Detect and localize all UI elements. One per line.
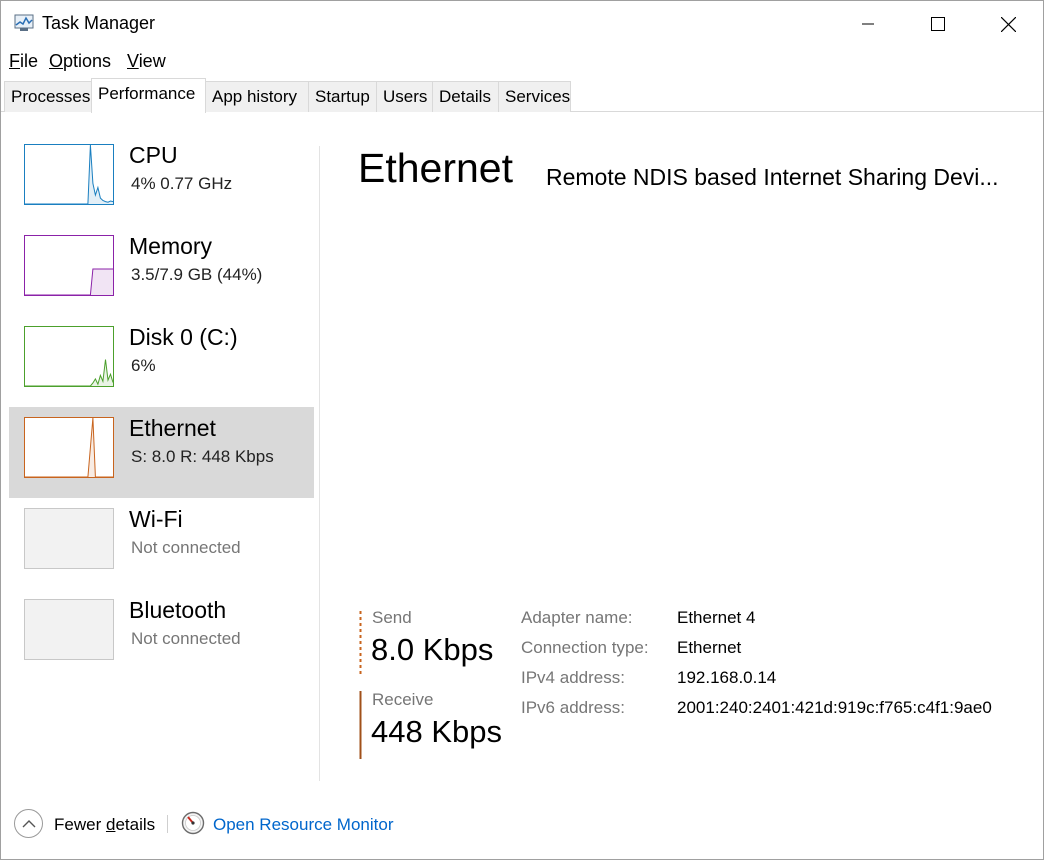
task-manager-icon (14, 14, 34, 31)
menu-file[interactable]: File (9, 51, 38, 72)
page-title: Ethernet (358, 145, 513, 191)
sidebar-item-bluetooth[interactable]: Bluetooth Not connected (9, 589, 314, 680)
tab-startup[interactable]: Startup (308, 81, 377, 112)
maximize-icon (931, 17, 945, 31)
open-resource-monitor-link[interactable]: Open Resource Monitor (213, 815, 393, 835)
tab-processes[interactable]: Processes (4, 81, 92, 112)
minimize-button[interactable] (833, 1, 903, 47)
adapter-description: Remote NDIS based Internet Sharing Devi.… (546, 164, 999, 190)
sidebar-item-memory[interactable]: Memory 3.5/7.9 GB (44%) (9, 225, 314, 316)
fewer-details-link[interactable]: Fewer details (54, 815, 155, 835)
receive-value: 448 Kbps (371, 714, 502, 749)
memory-mini-graph (24, 235, 114, 296)
sidebar-item-name: Wi-Fi (129, 506, 183, 532)
resource-list: CPU 4% 0.77 GHz Memory 3.5/7.9 GB (44%) … (1, 113, 319, 781)
minimize-icon (862, 23, 874, 25)
close-icon (1000, 16, 1016, 32)
tab-performance[interactable]: Performance (91, 78, 206, 113)
disk-mini-graph (24, 326, 114, 387)
property-value: Ethernet (677, 638, 742, 657)
sidebar-item-name: Bluetooth (129, 597, 227, 623)
maximize-button[interactable] (903, 1, 973, 47)
receive-label: Receive (372, 690, 434, 709)
sidebar-item-detail: Not connected (131, 538, 241, 557)
property-label: Adapter name: (521, 608, 633, 627)
wifi-mini-graph (24, 508, 114, 569)
task-manager-window: Task Manager File Options View Processes… (0, 0, 1044, 860)
tab-details[interactable]: Details (432, 81, 499, 112)
sidebar-item-wifi[interactable]: Wi-Fi Not connected (9, 498, 314, 589)
send-label: Send (372, 608, 412, 627)
sidebar-item-detail: S: 8.0 R: 448 Kbps (131, 447, 274, 466)
tab-app-history[interactable]: App history (205, 81, 309, 112)
sidebar-item-ethernet[interactable]: Ethernet S: 8.0 R: 448 Kbps (9, 407, 314, 498)
sidebar-item-detail: 3.5/7.9 GB (44%) (131, 265, 263, 284)
sidebar-item-name: Disk 0 (C:) (129, 324, 238, 350)
sidebar-item-name: Ethernet (129, 415, 216, 441)
property-value: 192.168.0.14 (677, 668, 777, 687)
property-label: IPv6 address: (521, 698, 625, 717)
sidebar-item-detail: Not connected (131, 629, 241, 648)
footer-bar: Fewer details Open Resource Monitor (1, 801, 1043, 851)
close-button[interactable] (973, 1, 1043, 47)
tab-users[interactable]: Users (376, 81, 433, 112)
menu-bar: File Options View (1, 47, 1043, 75)
menu-view[interactable]: View (127, 51, 166, 72)
property-label: Connection type: (521, 638, 649, 657)
send-legend-line (359, 611, 362, 675)
tab-services[interactable]: Services (498, 81, 571, 112)
receive-legend-line (359, 691, 362, 759)
fewer-details-button[interactable] (14, 809, 43, 838)
property-value: 2001:240:2401:421d:919c:f765:c4f1:9ae0 (677, 698, 992, 717)
cpu-mini-graph (24, 144, 114, 205)
pane-divider (319, 146, 320, 781)
send-value: 8.0 Kbps (371, 632, 494, 667)
title-bar: Task Manager (1, 1, 1043, 47)
ethernet-mini-graph (24, 417, 114, 478)
property-value: Ethernet 4 (677, 608, 756, 627)
graph-border (24, 417, 114, 478)
sidebar-item-disk[interactable]: Disk 0 (C:) 6% (9, 316, 314, 407)
tab-strip: Processes Performance App history Startu… (1, 75, 1043, 113)
sidebar-item-detail: 6% (131, 356, 156, 375)
sidebar-item-name: CPU (129, 142, 178, 168)
sidebar-item-detail: 4% 0.77 GHz (131, 174, 233, 193)
footer-separator (167, 815, 168, 833)
sidebar-item-cpu[interactable]: CPU 4% 0.77 GHz (9, 134, 314, 225)
sidebar-item-name: Memory (129, 233, 213, 259)
property-label: IPv4 address: (521, 668, 625, 687)
menu-options[interactable]: Options (49, 51, 111, 72)
chevron-up-icon (22, 820, 35, 828)
bluetooth-mini-graph (24, 599, 114, 660)
resource-monitor-icon (181, 811, 205, 835)
window-title: Task Manager (42, 13, 156, 33)
